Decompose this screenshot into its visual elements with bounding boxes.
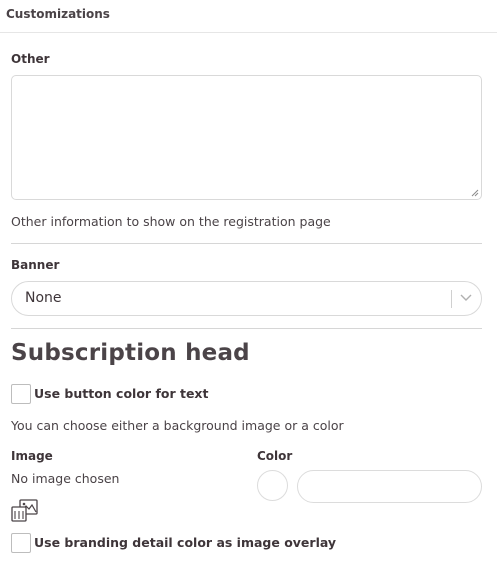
image-upload-icon[interactable] <box>11 499 39 523</box>
color-label: Color <box>257 449 293 463</box>
background-help-text: You can choose either a background image… <box>11 418 344 433</box>
color-input[interactable] <box>297 470 482 503</box>
overlay-checkbox[interactable] <box>11 533 31 553</box>
overlay-label[interactable]: Use branding detail color as image overl… <box>34 535 336 550</box>
divider <box>11 328 482 329</box>
other-label: Other <box>11 52 50 66</box>
panel-title: Customizations <box>6 7 110 21</box>
use-button-color-label[interactable]: Use button color for text <box>34 386 208 401</box>
other-textarea[interactable] <box>11 75 482 200</box>
color-swatch[interactable] <box>257 470 288 501</box>
banner-label: Banner <box>11 258 60 272</box>
divider <box>11 243 482 244</box>
panel-header: Customizations <box>0 0 497 33</box>
section-heading: Subscription head <box>11 340 250 366</box>
chevron-down-icon[interactable] <box>460 294 472 302</box>
select-separator <box>451 290 452 308</box>
banner-select-value: None <box>25 290 62 306</box>
image-label: Image <box>11 449 53 463</box>
use-button-color-checkbox[interactable] <box>11 384 31 404</box>
other-help-text: Other information to show on the registr… <box>11 214 331 229</box>
resize-grip-icon[interactable] <box>471 189 479 197</box>
image-status: No image chosen <box>11 471 120 486</box>
banner-select[interactable]: None <box>11 281 482 316</box>
